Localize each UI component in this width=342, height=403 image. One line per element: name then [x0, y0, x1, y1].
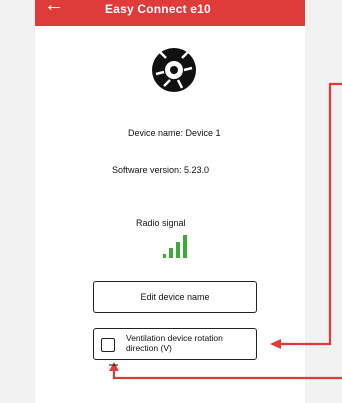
device-name-text: Device name: Device 1 [128, 128, 221, 138]
signal-bars-icon [163, 235, 187, 258]
app-title: Easy Connect e10 [105, 2, 211, 16]
ventilation-rotation-toggle[interactable]: Ventilation device rotation direction (V… [93, 328, 257, 360]
edit-device-name-button[interactable]: Edit device name [93, 281, 257, 313]
ventilation-checkbox[interactable] [101, 338, 115, 352]
radio-signal-label: Radio signal [136, 218, 186, 228]
edit-device-name-label: Edit device name [140, 292, 210, 302]
software-version-text: Software version: 5.23.0 [112, 165, 210, 175]
vinyl-record-logo-icon [152, 48, 196, 92]
ventilation-rotation-label: Ventilation device rotation direction (V… [126, 333, 223, 353]
back-arrow-icon[interactable]: ← [43, 0, 65, 16]
top-bar: ← Easy Connect e10 [35, 0, 305, 26]
app-screen: ← Easy Connect e10 Device name: Device 1… [35, 0, 305, 403]
